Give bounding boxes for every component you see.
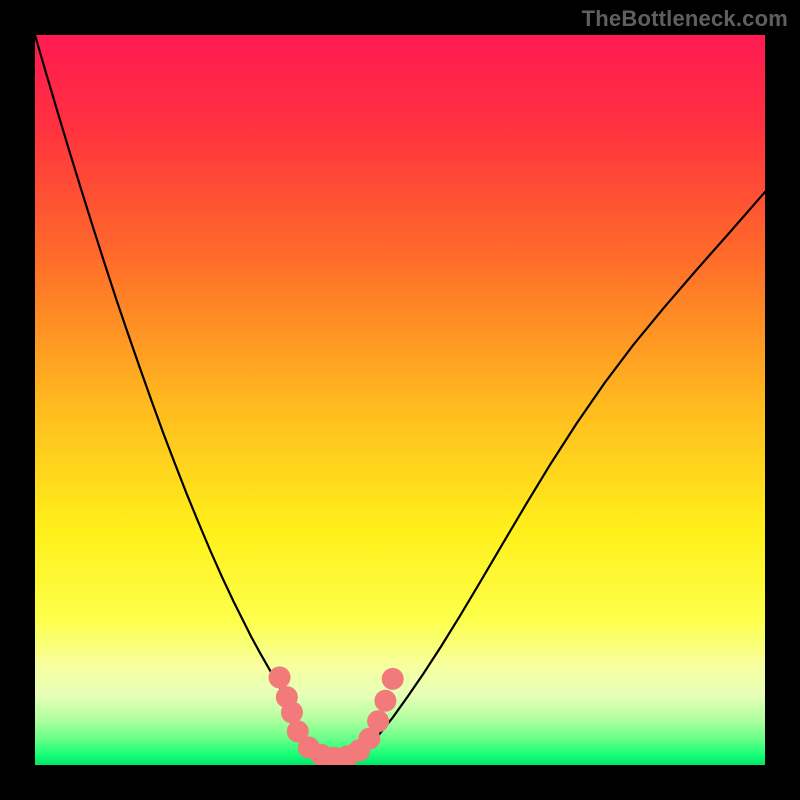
valley-marker-dot [374,690,396,712]
plot-area [35,35,765,765]
valley-marker-dot [269,666,291,688]
valley-marker-dot [382,668,404,690]
bottleneck-curve [35,35,765,758]
valley-markers [269,666,404,765]
valley-marker-dot [367,710,389,732]
chart-frame: TheBottleneck.com [0,0,800,800]
bottleneck-curve-path [35,35,765,758]
watermark-text: TheBottleneck.com [582,6,788,32]
valley-marker-dot [281,701,303,723]
curve-layer [35,35,765,765]
